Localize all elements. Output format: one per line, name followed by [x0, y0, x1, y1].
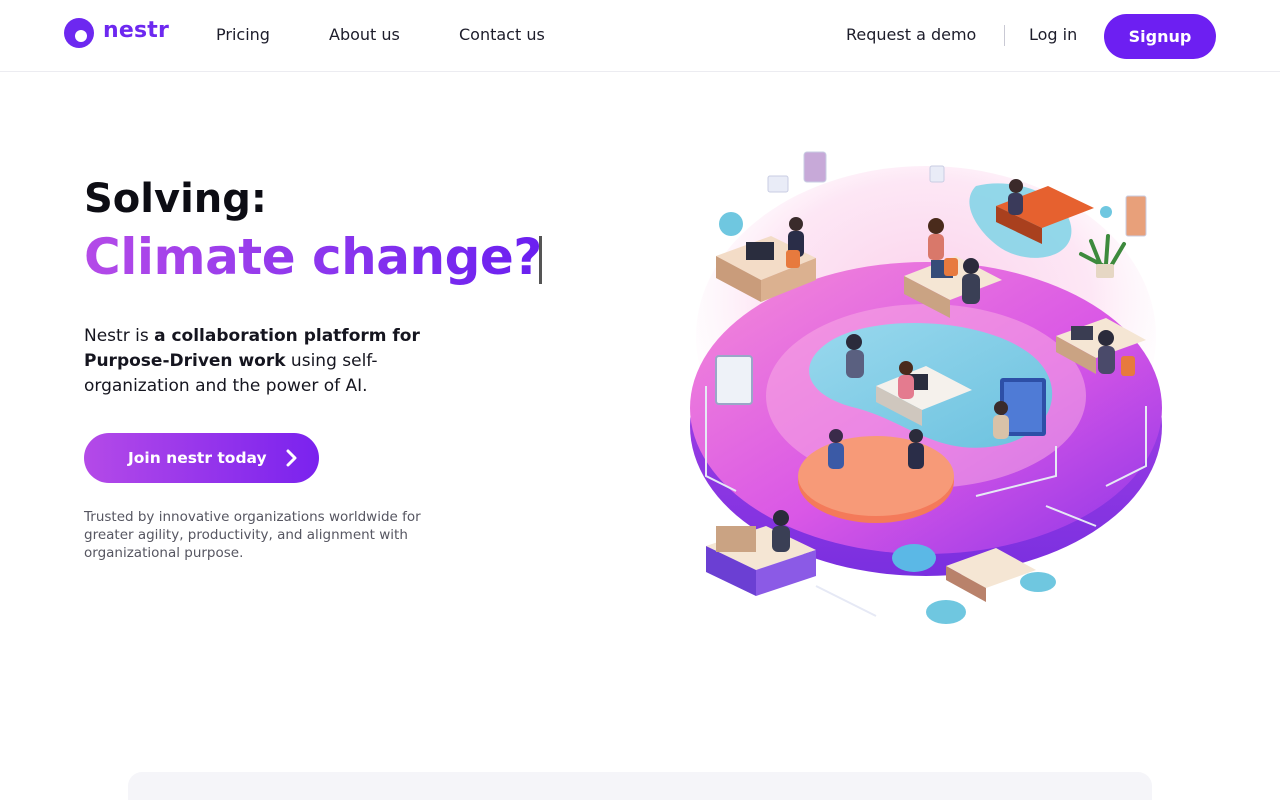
chevron-right-icon — [285, 449, 299, 471]
hero-illustration — [676, 146, 1172, 632]
nav-link-about-us[interactable]: About us — [329, 25, 400, 44]
top-navigation: nestr Pricing About us Contact us Reques… — [0, 0, 1280, 72]
nestr-logo-link[interactable]: nestr — [64, 18, 169, 48]
signup-button[interactable]: Signup — [1104, 14, 1216, 59]
request-demo-link[interactable]: Request a demo — [846, 25, 976, 44]
description-intro: Nestr is — [84, 326, 155, 346]
join-nestr-button[interactable]: Join nestr today — [84, 433, 319, 483]
trusted-by-text: Trusted by innovative organizations worl… — [84, 509, 421, 561]
nav-divider — [1004, 25, 1005, 46]
hero-solving-label: Solving: — [84, 176, 267, 222]
hero-description: Nestr is a collaboration platform for Pu… — [84, 324, 464, 399]
next-section-panel — [128, 772, 1152, 800]
nestr-logo-mark-icon — [64, 18, 94, 48]
join-button-label: Join nestr today — [128, 449, 267, 467]
nav-link-contact-us[interactable]: Contact us — [459, 25, 545, 44]
typing-cursor — [539, 236, 542, 284]
nav-link-pricing[interactable]: Pricing — [216, 25, 270, 44]
login-link[interactable]: Log in — [1029, 25, 1077, 44]
logo-text: nestr — [103, 17, 170, 43]
hero-rotating-headline: Climate change? — [84, 228, 542, 286]
